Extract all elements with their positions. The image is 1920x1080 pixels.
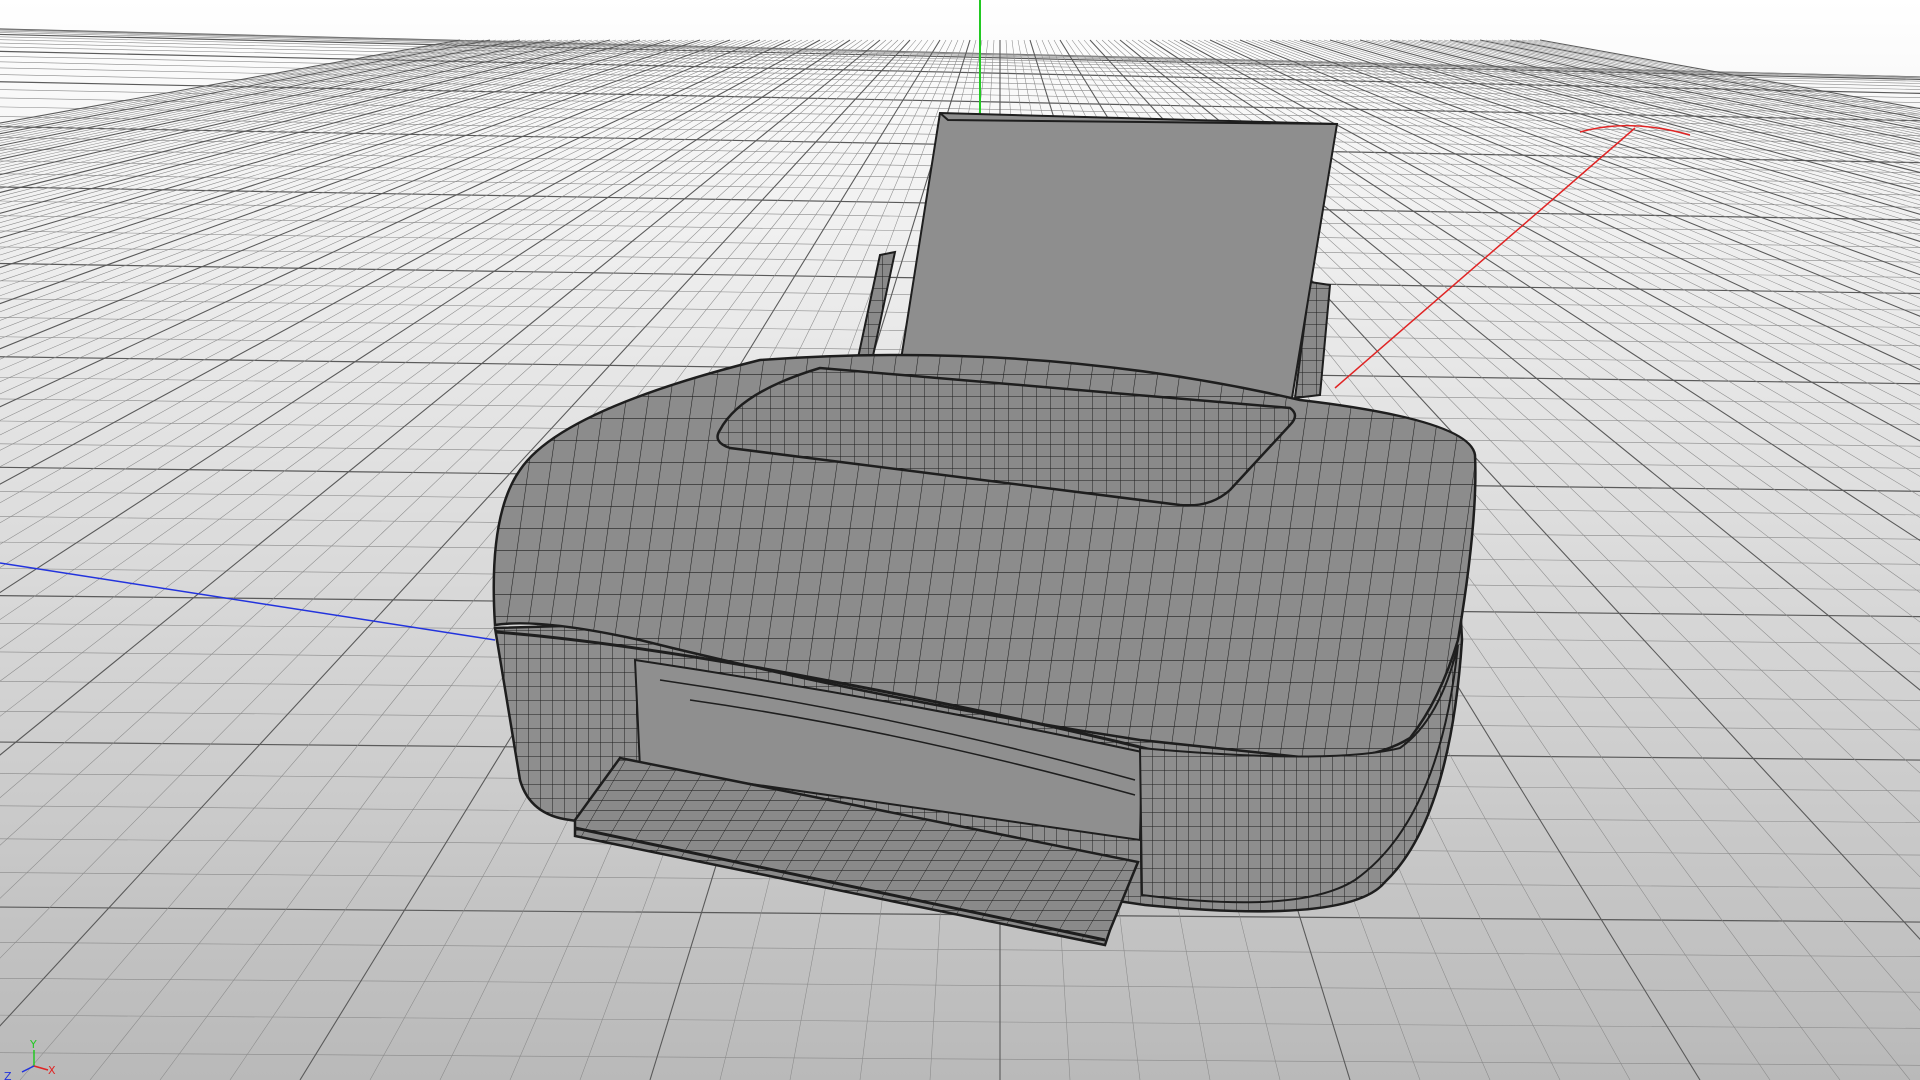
- viewport-canvas[interactable]: Y X Z: [0, 0, 1920, 1080]
- 3d-viewport[interactable]: Y X Z: [0, 0, 1920, 1080]
- axis-gizmo-y-label: Y: [29, 1038, 37, 1051]
- axis-gizmo-x-label: X: [48, 1064, 56, 1077]
- axis-gizmo-z-label: Z: [4, 1070, 12, 1080]
